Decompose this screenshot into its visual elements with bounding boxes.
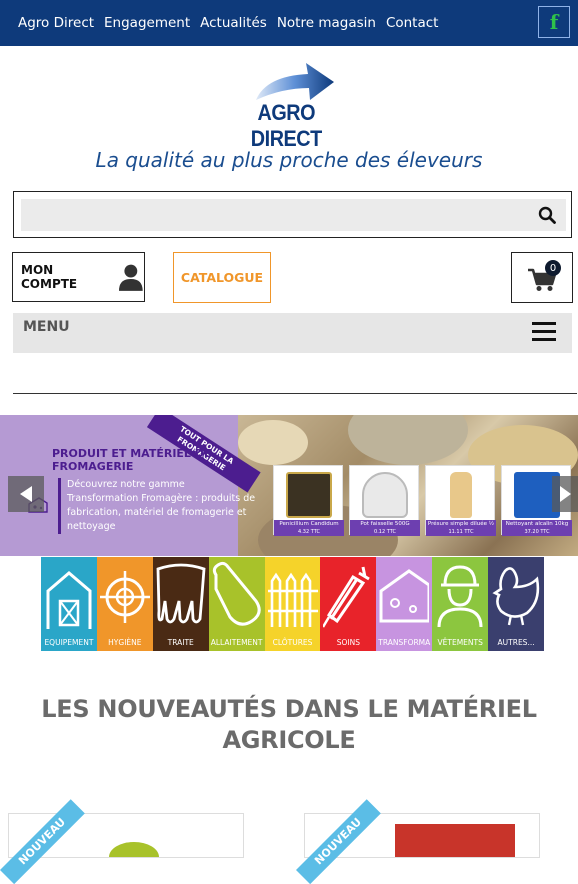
udder-icon: [156, 563, 206, 624]
category-autres[interactable]: AUTRES...: [488, 557, 545, 651]
search-icon[interactable]: [538, 206, 556, 224]
user-icon: [119, 264, 144, 291]
logo-arrow-icon: [256, 63, 334, 100]
category-label: SOINS: [336, 638, 361, 647]
category-label: TRANSFORMA: [378, 638, 431, 647]
logo-text: AGRO DIRECT: [250, 100, 322, 151]
category-vetements[interactable]: VÊTEMENTS: [432, 557, 489, 651]
my-account-button[interactable]: MON COMPTE: [12, 252, 145, 302]
main-nav: Agro Direct Engagement Actualités Notre …: [18, 0, 438, 46]
banner-title: PRODUIT ET MATÉRIEL DE FROMAGERIE: [52, 447, 212, 473]
target-icon: [99, 571, 150, 623]
fence-icon: [267, 572, 318, 627]
cart-button[interactable]: 0: [511, 252, 573, 303]
top-navigation-bar: Agro Direct Engagement Actualités Notre …: [0, 0, 578, 46]
barn-icon: [46, 571, 92, 629]
worker-icon: [437, 565, 483, 628]
banner-description: Découvrez notre gamme Transformation Fro…: [58, 478, 258, 534]
product-price: 37.20 TTC: [502, 529, 572, 536]
category-label: TRAITE: [167, 638, 194, 647]
bottle-icon: [212, 561, 261, 626]
category-label: ALLAITEMENT: [210, 638, 263, 647]
product-price: 0.12 TTC: [350, 529, 420, 536]
banner-prev-arrow[interactable]: [8, 476, 44, 512]
category-equipement[interactable]: EQUIPEMENT: [41, 557, 97, 651]
product-image: [109, 842, 159, 857]
nav-link-actualites[interactable]: Actualités: [200, 15, 267, 31]
product-name: Penicillium Candidum: [274, 520, 344, 529]
category-label: VÊTEMENTS: [437, 638, 483, 647]
search-input[interactable]: [21, 199, 566, 231]
category-label: EQUIPEMENT: [44, 638, 94, 647]
category-tiles: EQUIPEMENT HYGIÈNE TRAITE ALLAITEMENT CL…: [41, 557, 545, 651]
category-soins[interactable]: SOINS: [320, 557, 377, 651]
category-label: AUTRES...: [497, 638, 535, 647]
cheese-icon: [379, 569, 430, 623]
category-clotures[interactable]: CLÔTURES: [264, 557, 321, 651]
catalogue-label: CATALOGUE: [180, 270, 264, 285]
product-price: 11.11 TTC: [426, 529, 496, 536]
category-transformation[interactable]: TRANSFORMA: [376, 557, 433, 651]
category-label: HYGIÈNE: [108, 638, 142, 647]
category-traite[interactable]: TRAITE: [152, 557, 209, 651]
category-allaitement[interactable]: ALLAITEMENT: [208, 557, 265, 651]
category-hygiene[interactable]: HYGIÈNE: [96, 557, 153, 651]
nav-link-agro-direct[interactable]: Agro Direct: [18, 15, 94, 31]
facebook-icon: f: [549, 10, 559, 34]
product-name: Présure simple diluée ½: [426, 520, 496, 529]
category-label: CLÔTURES: [272, 638, 313, 647]
catalogue-button[interactable]: CATALOGUE: [173, 252, 271, 303]
search-bar: [13, 191, 572, 238]
hamburger-icon[interactable]: [532, 322, 556, 344]
section-title-new-products: LES NOUVEAUTÉS DANS LE MATÉRIEL AGRICOLE: [41, 695, 537, 754]
site-logo[interactable]: AGRO DIRECT: [226, 60, 360, 151]
product-image: [450, 472, 472, 518]
syringe-icon: [323, 566, 371, 628]
banner-product-card[interactable]: Présure simple diluée ½ 11.11 TTC: [425, 465, 496, 536]
menu-bar[interactable]: MENU: [13, 313, 572, 353]
tagline: La qualité au plus proche des éleveurs: [95, 148, 483, 172]
nav-link-notre-magasin[interactable]: Notre magasin: [277, 15, 376, 31]
product-price: 4.32 TTC: [274, 529, 344, 536]
arrow-right-icon: [560, 486, 571, 502]
product-name: Nettoyant alcalin 10kg: [502, 520, 572, 529]
nav-link-engagement[interactable]: Engagement: [104, 15, 190, 31]
product-name: Pot faisselle 500G: [350, 520, 420, 529]
banner-next-arrow[interactable]: [552, 476, 578, 512]
cart-count-badge: 0: [545, 260, 561, 276]
arrow-left-icon: [20, 486, 32, 502]
product-image: [362, 472, 408, 518]
product-image: [395, 824, 515, 857]
promo-banner[interactable]: TOUT POUR LA FROMAGERIE PRODUIT ET MATÉR…: [0, 415, 578, 556]
banner-product-card[interactable]: Penicillium Candidum 4.32 TTC: [273, 465, 344, 536]
banner-product-card[interactable]: Pot faisselle 500G 0.12 TTC: [349, 465, 420, 536]
my-account-label: MON COMPTE: [21, 263, 78, 291]
facebook-button[interactable]: f: [538, 6, 570, 38]
hen-icon: [492, 567, 540, 626]
nav-link-contact[interactable]: Contact: [386, 15, 439, 31]
divider: [13, 393, 577, 394]
menu-label: MENU: [23, 319, 70, 335]
product-image: [286, 472, 332, 518]
